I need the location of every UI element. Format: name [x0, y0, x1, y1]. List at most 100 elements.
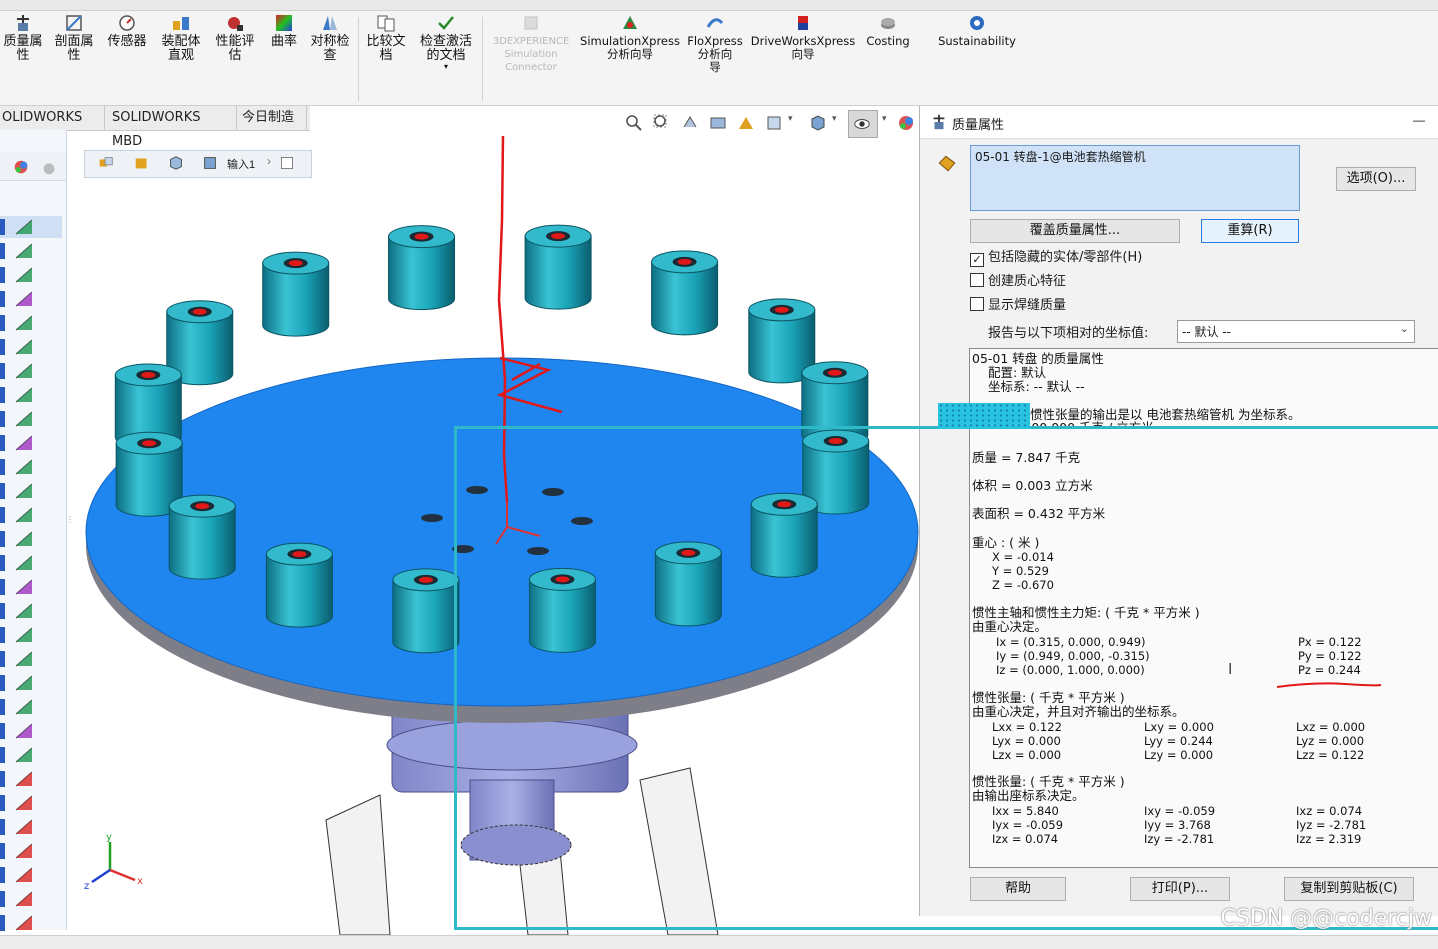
include-hidden-checkbox[interactable]: ✓ 包括隐藏的实体/零部件(H): [970, 249, 1142, 267]
checkbox-box[interactable]: [970, 273, 984, 287]
sensor-button[interactable]: 传感器: [104, 13, 150, 49]
tree-item[interactable]: [0, 384, 62, 406]
options-button[interactable]: 选项(O)...: [1336, 167, 1416, 191]
tab-manufacturing[interactable]: 今日制造: [236, 106, 307, 130]
tree-expander-icon[interactable]: [0, 771, 6, 787]
assembly-visualization-button[interactable]: 装配体 直观: [158, 13, 204, 63]
tree-item[interactable]: [0, 480, 62, 502]
cylinder-part[interactable]: [265, 542, 333, 628]
checkbox-box[interactable]: [970, 297, 984, 311]
check-active-document-button[interactable]: 检查激活 的文档 ▾: [414, 13, 478, 71]
tree-item[interactable]: [0, 744, 62, 766]
tree-expander-icon[interactable]: [0, 747, 6, 763]
tree-expander-icon[interactable]: [0, 915, 6, 931]
tree-item[interactable]: [0, 840, 62, 862]
tree-expander-icon[interactable]: [0, 603, 6, 619]
selected-item[interactable]: 05-01 转盘-1@电池套热缩管机: [975, 148, 1146, 165]
tree-expander-icon[interactable]: [0, 843, 6, 859]
compare-documents-button[interactable]: 比较文 档: [362, 13, 410, 63]
part-icon[interactable]: [167, 154, 185, 172]
cylinder-part[interactable]: [524, 224, 592, 310]
tree-expander-icon[interactable]: [0, 483, 6, 499]
tree-item[interactable]: [0, 864, 62, 886]
driveworksxpress-button[interactable]: DriveWorksXpress 向导: [750, 13, 856, 61]
create-center-of-mass-checkbox[interactable]: 创建质心特征: [970, 273, 1066, 291]
tree-expander-icon[interactable]: [0, 339, 6, 355]
tree-expander-icon[interactable]: [0, 459, 6, 475]
tree-expander-icon[interactable]: [0, 651, 6, 667]
tree-item[interactable]: [0, 504, 62, 526]
minimize-button[interactable]: —: [1413, 113, 1425, 127]
floxpress-button[interactable]: FloXpress 分析向 导: [684, 13, 746, 74]
sustainability-button[interactable]: Sustainability: [932, 13, 1022, 48]
tree-expander-icon[interactable]: [0, 219, 6, 235]
tree-item[interactable]: [0, 288, 62, 310]
tree-item[interactable]: [0, 432, 62, 454]
tree-item[interactable]: [0, 576, 62, 598]
coordinate-system-select[interactable]: -- 默认 -- ⌄: [1177, 320, 1415, 343]
tree-item[interactable]: [0, 552, 62, 574]
tree-expander-icon[interactable]: [0, 531, 6, 547]
tree-expander-icon[interactable]: [0, 579, 6, 595]
tab-solidworks-addins[interactable]: OLIDWORKS 插件: [0, 106, 105, 149]
tree-item[interactable]: [0, 312, 62, 334]
breadcrumb-feature[interactable]: 输入1: [227, 156, 255, 172]
tree-item[interactable]: [0, 456, 62, 478]
cylinder-part[interactable]: [392, 568, 460, 654]
tree-item[interactable]: [0, 792, 62, 814]
tree-item[interactable]: [0, 408, 62, 430]
tree-expander-icon[interactable]: [0, 435, 6, 451]
cylinder-part[interactable]: [388, 225, 456, 311]
dropdown-arrow-icon[interactable]: ▾: [414, 63, 478, 71]
tree-expander-icon[interactable]: [0, 267, 6, 283]
show-weld-mass-checkbox[interactable]: 显示焊缝质量: [970, 297, 1066, 315]
tree-expander-icon[interactable]: [0, 675, 6, 691]
symmetry-check-button[interactable]: 对称检 查: [306, 13, 354, 63]
tree-expander-icon[interactable]: [0, 891, 6, 907]
override-mass-properties-button[interactable]: 覆盖质量属性...: [970, 219, 1180, 243]
cylinder-part[interactable]: [168, 494, 236, 580]
tree-expander-icon[interactable]: [0, 243, 6, 259]
curvature-button[interactable]: 曲率: [266, 13, 302, 49]
tree-item[interactable]: [0, 264, 62, 286]
recalculate-button[interactable]: 重算(R): [1201, 219, 1299, 243]
selected-items-list[interactable]: 05-01 转盘-1@电池套热缩管机: [970, 145, 1300, 211]
tree-item[interactable]: [0, 768, 62, 790]
tree-item[interactable]: [0, 336, 62, 358]
tree-item[interactable]: [0, 888, 62, 910]
tree-expander-icon[interactable]: [0, 507, 6, 523]
tree-item[interactable]: [0, 912, 62, 934]
scene-icon[interactable]: [40, 158, 58, 176]
body-icon[interactable]: [201, 154, 219, 172]
checkbox-box[interactable]: ✓: [970, 253, 984, 267]
simulationxpress-button[interactable]: SimulationXpress 分析向导: [580, 13, 680, 61]
performance-evaluation-button[interactable]: 性能评 估: [212, 13, 258, 63]
tree-expander-icon[interactable]: [0, 291, 6, 307]
tree-expander-icon[interactable]: [0, 315, 6, 331]
costing-button[interactable]: Costing: [860, 13, 916, 48]
tree-expander-icon[interactable]: [0, 699, 6, 715]
tree-item[interactable]: [0, 624, 62, 646]
tree-item[interactable]: [0, 720, 62, 742]
subassembly-icon[interactable]: [133, 154, 151, 172]
tree-expander-icon[interactable]: [0, 795, 6, 811]
sketch-icon[interactable]: [279, 155, 295, 171]
tree-item[interactable]: [0, 216, 62, 238]
appearance-icon[interactable]: [12, 158, 30, 176]
tree-item[interactable]: [0, 528, 62, 550]
tree-item[interactable]: [0, 696, 62, 718]
tree-expander-icon[interactable]: [0, 363, 6, 379]
tree-item[interactable]: [0, 600, 62, 622]
tree-item[interactable]: [0, 816, 62, 838]
tree-expander-icon[interactable]: [0, 723, 6, 739]
assembly-icon[interactable]: [97, 154, 115, 172]
tree-expander-icon[interactable]: [0, 867, 6, 883]
tree-item[interactable]: [0, 672, 62, 694]
cylinder-part[interactable]: [262, 251, 330, 337]
tree-expander-icon[interactable]: [0, 387, 6, 403]
tree-item[interactable]: [0, 240, 62, 262]
cylinder-part[interactable]: [651, 250, 719, 336]
tree-expander-icon[interactable]: [0, 555, 6, 571]
mass-properties-button[interactable]: 质量属 性: [2, 13, 44, 63]
tree-expander-icon[interactable]: [0, 411, 6, 427]
